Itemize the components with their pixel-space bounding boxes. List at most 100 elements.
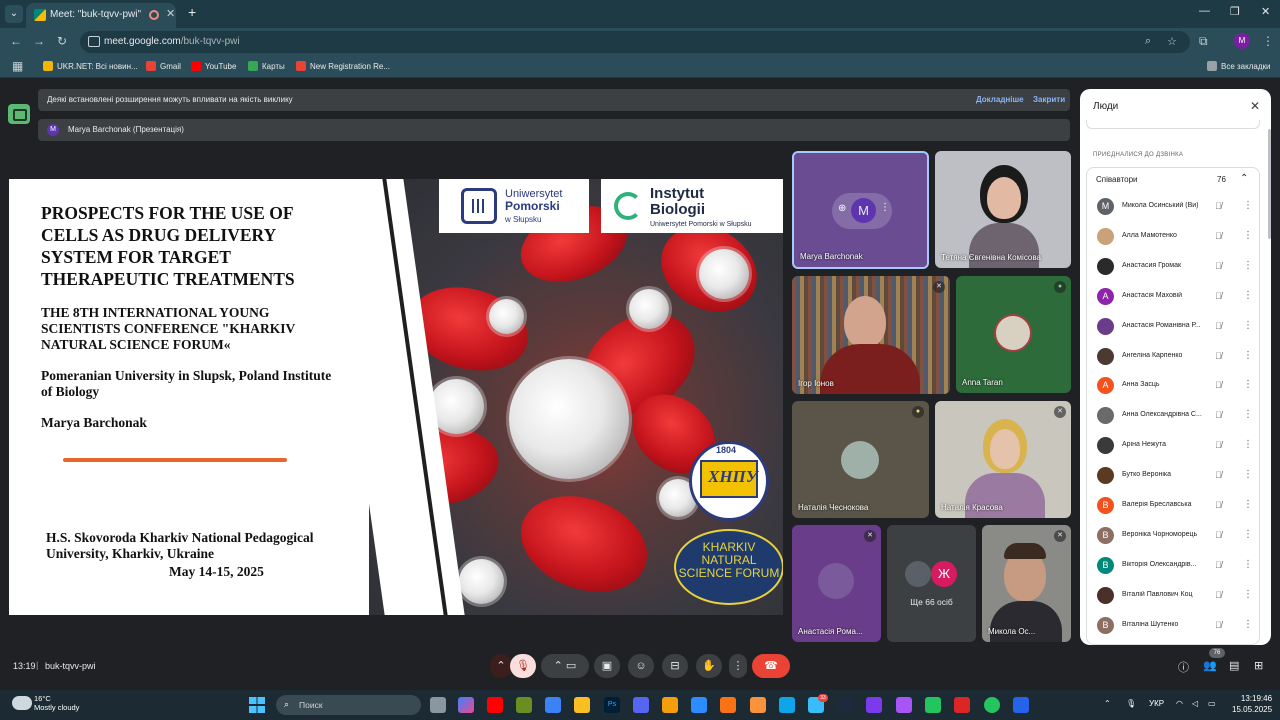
more-options-icon[interactable]: ⋮: [1243, 469, 1253, 480]
browser-menu-icon[interactable]: ⋮: [1262, 34, 1274, 48]
more-options-icon[interactable]: ⋮: [1243, 559, 1253, 570]
bookmark-star-icon[interactable]: ☆: [1167, 35, 1177, 48]
tile-anna-taran[interactable]: ● Anna Taran: [956, 276, 1071, 393]
more-options-icon[interactable]: ⋮: [1243, 260, 1253, 271]
activities-icon[interactable]: ⊞: [1254, 659, 1263, 672]
youtube-icon[interactable]: [487, 697, 503, 713]
muted-mic-icon[interactable]: 🎙̸: [1215, 410, 1222, 420]
whatsapp-icon[interactable]: [984, 697, 1000, 713]
app-red-icon[interactable]: [954, 697, 970, 713]
bookmark-registration[interactable]: New Registration Re...: [296, 61, 390, 71]
forward-icon[interactable]: →: [33, 34, 45, 48]
people-search-input[interactable]: [1086, 120, 1260, 129]
muted-mic-icon[interactable]: 🎙̸: [1215, 351, 1222, 361]
collapse-chevron-icon[interactable]: ⌃: [1240, 173, 1248, 184]
participant-row[interactable]: B Валерія Бреславська 🎙̸ ⋮: [1087, 491, 1261, 521]
participant-row[interactable]: Анна Олександрівна С... 🎙̸ ⋮: [1087, 401, 1261, 431]
muted-mic-icon[interactable]: 🎙̸: [1215, 500, 1222, 510]
bookmark-maps[interactable]: Карты: [248, 61, 285, 71]
muted-mic-icon[interactable]: 🎙̸: [1215, 291, 1222, 301]
participant-row[interactable]: A Анна Засць 🎙̸ ⋮: [1087, 371, 1261, 401]
task-view-icon[interactable]: [430, 697, 446, 713]
profile-avatar[interactable]: M: [1234, 33, 1250, 49]
presentation-bar[interactable]: M Marya Barchonak (Презентація): [38, 119, 1070, 141]
explorer-icon[interactable]: [574, 697, 590, 713]
participant-row[interactable]: Алла Мамотенко 🎙̸ ⋮: [1087, 222, 1261, 252]
address-bar[interactable]: meet.google.com/buk-tqvv-pwi ⌕ ☆: [80, 31, 1190, 53]
more-options-icon[interactable]: ⋮: [1243, 379, 1253, 390]
battery-icon[interactable]: ▭: [1208, 699, 1216, 708]
window-close-icon[interactable]: ✕: [1261, 5, 1270, 18]
muted-mic-icon[interactable]: 🎙̸: [1215, 440, 1222, 450]
notice-close-button[interactable]: Закрити: [1033, 95, 1065, 104]
participant-row[interactable]: B Вероніка Чорноморець 🎙̸ ⋮: [1087, 521, 1261, 551]
more-options-icon[interactable]: ⋮: [1243, 499, 1253, 510]
pin-icon[interactable]: ⊕: [838, 203, 846, 214]
muted-mic-icon[interactable]: 🎙̸: [1215, 470, 1222, 480]
more-options-icon[interactable]: ⋮: [1243, 619, 1253, 630]
camera-button[interactable]: ⌃ ▭: [541, 654, 589, 678]
meeting-info-icon[interactable]: ⓘ: [1178, 659, 1189, 675]
photoshop-icon[interactable]: Ps: [604, 697, 620, 713]
participant-row[interactable]: Анастасія Романівна Р... 🎙̸ ⋮: [1087, 312, 1261, 342]
word-icon[interactable]: [1013, 697, 1029, 713]
wifi-icon[interactable]: ◠: [1176, 699, 1183, 708]
participant-row[interactable]: B Віталіна Шутенко 🎙̸ ⋮: [1087, 611, 1261, 641]
tile-natalia-chesnokova[interactable]: ● Наталія Чеснокова: [792, 401, 929, 518]
discord-icon[interactable]: [633, 697, 649, 713]
captions-button[interactable]: ▣: [594, 654, 620, 678]
app-orange2-icon[interactable]: [750, 697, 766, 713]
copilot-icon[interactable]: [458, 697, 474, 713]
tile-anastasia-roma[interactable]: ✕ Анастасія Рома...: [792, 525, 881, 642]
tile-hover-controls[interactable]: ⊕ M ⋮: [832, 193, 892, 229]
tile-natalia-krasova[interactable]: ✕ Наталія Красова: [935, 401, 1071, 518]
bookmark-youtube[interactable]: YouTube: [191, 61, 236, 71]
people-icon[interactable]: 👥: [1203, 659, 1217, 672]
more-options-icon[interactable]: ⋮: [1243, 529, 1253, 540]
back-icon[interactable]: ←: [10, 34, 22, 48]
more-options-button[interactable]: ⋮: [729, 654, 747, 678]
clipchamp-icon[interactable]: [896, 697, 912, 713]
browser-tab[interactable]: Meet: "buk-tqvv-pwi" ✕: [26, 3, 176, 28]
taskbar-clock[interactable]: 13:19:46 15.05.2025: [1232, 693, 1272, 715]
volume-icon[interactable]: ◁: [1192, 699, 1198, 708]
more-options-icon[interactable]: ⋮: [1243, 409, 1253, 420]
participant-row[interactable]: Ангеліна Карпенко 🎙̸ ⋮: [1087, 342, 1261, 372]
muted-mic-icon[interactable]: 🎙̸: [1215, 321, 1222, 331]
tile-marya-barchonak[interactable]: ⊕ M ⋮ Marya Barchonak: [792, 151, 929, 269]
zoom-icon[interactable]: [691, 697, 707, 713]
taskbar-search[interactable]: ⌕ Поиск: [276, 695, 421, 715]
minimize-icon[interactable]: —: [1199, 5, 1210, 17]
muted-mic-icon[interactable]: 🎙̸: [1215, 261, 1222, 271]
participant-row[interactable]: M Микола Осинський (Ви) 🎙̸ ⋮: [1087, 192, 1261, 222]
more-options-icon[interactable]: ⋮: [1243, 320, 1253, 331]
chrome-profile-icon[interactable]: [516, 697, 532, 713]
maximize-icon[interactable]: ❐: [1230, 5, 1240, 18]
chrome-icon[interactable]: [925, 697, 941, 713]
muted-mic-icon[interactable]: 🎙̸: [1215, 530, 1222, 540]
bookmark-ukrnet[interactable]: UKR.NET: Всі новин...: [43, 61, 138, 71]
muted-mic-icon[interactable]: 🎙̸: [1215, 590, 1222, 600]
more-options-icon[interactable]: ⋮: [1243, 230, 1253, 241]
microphone-muted-button[interactable]: 🎙: [510, 654, 536, 678]
tile-mykola-os[interactable]: ✕ Микола Ос...: [982, 525, 1071, 642]
reload-icon[interactable]: ↻: [57, 34, 67, 48]
more-options-icon[interactable]: ⋮: [1243, 589, 1253, 600]
new-tab-icon[interactable]: +: [188, 4, 196, 20]
more-options-icon[interactable]: ⋮: [1243, 290, 1253, 301]
participant-row[interactable]: Аріна Нежута 🎙̸ ⋮: [1087, 431, 1261, 461]
meeting-details-icon[interactable]: [8, 104, 30, 124]
muted-mic-icon[interactable]: 🎙̸: [1215, 201, 1222, 211]
weather-widget[interactable]: 16°C Mostly cloudy: [34, 694, 79, 712]
participant-row[interactable]: Бутко Вероніка 🎙̸ ⋮: [1087, 461, 1261, 491]
tile-tetiana-komisova[interactable]: Тетяна Євгенівна Комісова: [935, 151, 1071, 268]
viber-icon[interactable]: [866, 697, 882, 713]
bookmark-gmail[interactable]: Gmail: [146, 61, 181, 71]
chat-icon[interactable]: ▤: [1229, 659, 1239, 672]
muted-mic-icon[interactable]: 🎙̸: [1215, 231, 1222, 241]
participant-row[interactable]: Віталій Павлович Коц 🎙̸ ⋮: [1087, 581, 1261, 611]
app-orange-icon[interactable]: [720, 697, 736, 713]
tab-search-icon[interactable]: ⌄: [5, 5, 23, 23]
muted-mic-icon[interactable]: 🎙̸: [1215, 560, 1222, 570]
folder-icon[interactable]: [662, 697, 678, 713]
